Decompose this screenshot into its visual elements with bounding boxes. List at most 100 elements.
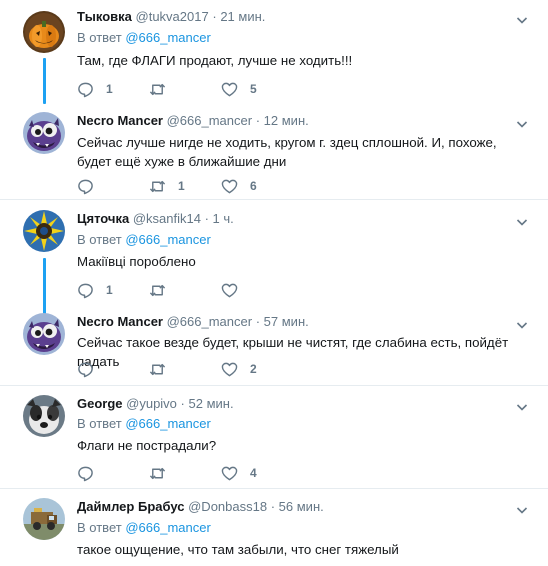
tweet-actions: 1 6 — [77, 176, 377, 196]
retweet-icon — [149, 467, 166, 479]
timestamp[interactable]: 52 мин. — [189, 396, 234, 411]
retweet-button[interactable] — [149, 463, 178, 483]
author-name[interactable]: Цяточка — [77, 211, 129, 226]
author-handle[interactable]: @yupivo — [126, 396, 177, 411]
reply-button[interactable]: 1 — [77, 79, 113, 99]
chevron-down-icon[interactable] — [516, 503, 528, 514]
avatar[interactable] — [23, 313, 65, 355]
reply-context: В ответ @666_mancer — [77, 416, 211, 432]
tweet[interactable]: Тыковка @tukva2017 · 21 мин. В ответ @66… — [0, 8, 548, 104]
divider — [0, 385, 548, 386]
chevron-down-icon[interactable] — [516, 400, 528, 411]
like-button[interactable]: 2 — [221, 359, 257, 379]
reply-mention-link[interactable]: @666_mancer — [125, 416, 210, 431]
avatar[interactable] — [23, 11, 65, 53]
tweet-actions: 2 — [77, 359, 377, 379]
timestamp[interactable]: 56 мин. — [279, 499, 324, 514]
timestamp[interactable]: 21 мин. — [220, 9, 265, 24]
like-count: 2 — [250, 362, 257, 376]
timestamp[interactable]: 1 ч. — [213, 211, 234, 226]
chevron-down-icon[interactable] — [516, 117, 528, 128]
like-count: 4 — [250, 466, 257, 480]
reply-count: 1 — [106, 283, 113, 297]
like-count: 6 — [250, 179, 257, 193]
reply-prefix: В ответ — [77, 520, 122, 535]
reply-context: В ответ @666_mancer — [77, 520, 211, 536]
like-button[interactable] — [221, 280, 250, 300]
author-handle[interactable]: @ksanfik14 — [133, 211, 201, 226]
chevron-down-icon[interactable] — [516, 318, 528, 329]
timestamp[interactable]: 12 мин. — [264, 113, 309, 128]
divider — [0, 488, 548, 489]
tweet-header: Necro Mancer @666_mancer · 12 мин. — [77, 112, 309, 130]
heart-icon — [221, 283, 238, 297]
tweet-header: George @yupivo · 52 мин. — [77, 395, 234, 413]
avatar[interactable] — [23, 210, 65, 252]
author-name[interactable]: Necro Mancer — [77, 113, 163, 128]
avatar[interactable] — [23, 498, 65, 540]
reply-icon — [78, 82, 93, 97]
retweet-count: 1 — [178, 179, 185, 193]
retweet-button[interactable] — [149, 79, 178, 99]
reply-button[interactable] — [77, 359, 106, 379]
reply-mention-link[interactable]: @666_mancer — [125, 232, 210, 247]
reply-mention-link[interactable]: @666_mancer — [125, 520, 210, 535]
author-name[interactable]: Даймлер Брабус — [77, 499, 184, 514]
separator-dot: · — [255, 113, 261, 128]
avatar[interactable] — [23, 395, 65, 437]
tweet-text: Флаги не пострадали? — [77, 438, 217, 453]
reply-prefix: В ответ — [77, 30, 122, 45]
tweet-header: Тыковка @tukva2017 · 21 мин. — [77, 8, 265, 26]
tweet[interactable]: Necro Mancer @666_mancer · 12 мин. Сейча… — [0, 112, 548, 200]
reply-icon — [78, 466, 93, 481]
like-button[interactable]: 5 — [221, 79, 257, 99]
thread-line — [43, 258, 46, 314]
pumpkin-avatar-icon — [23, 11, 65, 53]
author-handle[interactable]: @666_mancer — [167, 314, 252, 329]
tweet-header: Necro Mancer @666_mancer · 57 мин. — [77, 313, 309, 331]
tweet-text: Сейчас лучше нигде не ходить, кругом г. … — [77, 135, 497, 169]
heart-icon — [221, 466, 238, 480]
replies-timeline: Тыковка @tukva2017 · 21 мин. В ответ @66… — [0, 0, 548, 566]
thread-line — [43, 58, 46, 104]
reply-prefix: В ответ — [77, 416, 122, 431]
author-name[interactable]: Necro Mancer — [77, 314, 163, 329]
retweet-icon — [149, 83, 166, 95]
chevron-down-icon[interactable] — [516, 215, 528, 226]
tweet-header: Цяточка @ksanfik14 · 1 ч. — [77, 210, 234, 228]
purple-monster-avatar-icon — [23, 112, 65, 154]
reply-button[interactable] — [77, 463, 106, 483]
timestamp[interactable]: 57 мин. — [264, 314, 309, 329]
separator-dot: · — [204, 211, 209, 226]
author-handle[interactable]: @tukva2017 — [136, 9, 209, 24]
reply-icon — [78, 179, 93, 194]
author-name[interactable]: George — [77, 396, 123, 411]
tweet[interactable]: Даймлер Брабус @Donbass18 · 56 мин. В от… — [0, 498, 548, 566]
tweet[interactable]: George @yupivo · 52 мин. В ответ @666_ma… — [0, 395, 548, 487]
tweet[interactable]: Necro Mancer @666_mancer · 57 мин. Сейча… — [0, 313, 548, 383]
retweet-icon — [149, 284, 166, 296]
retweet-button[interactable] — [149, 359, 178, 379]
chevron-down-icon[interactable] — [516, 13, 528, 24]
like-button[interactable]: 6 — [221, 176, 257, 196]
retweet-icon — [149, 180, 166, 192]
author-handle[interactable]: @Donbass18 — [188, 499, 267, 514]
retweet-button[interactable]: 1 — [149, 176, 185, 196]
reply-mention-link[interactable]: @666_mancer — [125, 30, 210, 45]
retweet-button[interactable] — [149, 280, 178, 300]
reply-button[interactable] — [77, 176, 106, 196]
separator-dot: · — [212, 9, 217, 24]
separator-dot: · — [270, 499, 276, 514]
author-handle[interactable]: @666_mancer — [167, 113, 252, 128]
heart-icon — [221, 179, 238, 193]
sunflower-avatar-icon — [23, 210, 65, 252]
like-button[interactable]: 4 — [221, 463, 257, 483]
reply-button[interactable]: 1 — [77, 280, 113, 300]
avatar[interactable] — [23, 112, 65, 154]
divider — [0, 199, 548, 200]
tweet-actions: 1 — [77, 280, 377, 300]
tweet-actions: 4 — [77, 463, 377, 483]
author-name[interactable]: Тыковка — [77, 9, 132, 24]
tweet[interactable]: Цяточка @ksanfik14 · 1 ч. В ответ @666_m… — [0, 210, 548, 314]
separator-dot: · — [255, 314, 261, 329]
